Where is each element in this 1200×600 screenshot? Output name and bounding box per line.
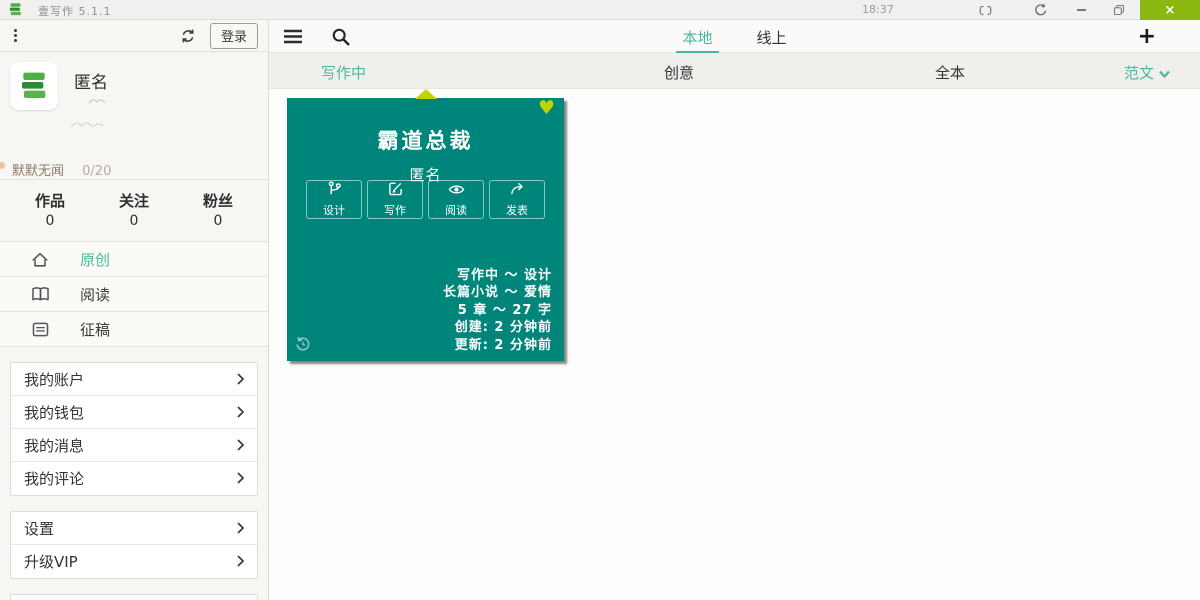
book-meta: 写作中 ～ 设计 长篇小说 ～ 爱情 5 章 ～ 27 字 创建: 2 分钟前 …: [443, 267, 552, 355]
stat-following[interactable]: 关注 0: [92, 190, 176, 229]
sync-icon[interactable]: [180, 28, 196, 44]
library-tabs: 本地 线上: [269, 20, 1200, 53]
eye-icon: [448, 181, 465, 200]
add-book-button[interactable]: +: [1138, 23, 1156, 50]
book-title: 霸道总裁: [377, 129, 474, 153]
avatar[interactable]: [10, 62, 58, 110]
filter-ideas[interactable]: 创意: [664, 62, 694, 83]
restore-window-icon[interactable]: [1104, 0, 1134, 20]
book-created: 创建: 2 分钟前: [454, 320, 552, 335]
read-button[interactable]: 阅读: [428, 180, 484, 219]
menu-item-upgrade-vip[interactable]: 升级VIP: [11, 545, 257, 578]
app-logo-icon: [8, 2, 23, 21]
chevron-right-icon: [237, 370, 245, 389]
background-art-dot: [0, 162, 5, 169]
share-arrow-icon: [510, 181, 525, 200]
book-length: 5 章 ～ 27 字: [457, 302, 552, 318]
user-level-row: 默默无闻 0/20: [12, 160, 111, 179]
book-grid: ♥ 霸道总裁 匿名 设计 写作 阅读 发表 写作中 ～ 设计 长篇小说 ～ 爱情…: [269, 89, 1200, 600]
chevron-right-icon: [237, 403, 245, 422]
screenshot-icon[interactable]: [970, 0, 1000, 20]
publish-button[interactable]: 发表: [489, 180, 545, 219]
tab-online[interactable]: 线上: [757, 20, 787, 53]
book-updated: 更新: 2 分钟前: [454, 337, 552, 353]
sidebar-toolbar: 登录: [0, 20, 268, 52]
chevron-right-icon: [237, 552, 245, 571]
open-book-icon: [30, 286, 50, 302]
chevron-right-icon: [237, 519, 245, 538]
book-genre: 长篇小说 ～ 爱情: [442, 285, 552, 300]
book-status: 写作中 ～ 设计: [456, 267, 552, 283]
menu-item-my-wallet[interactable]: 我的钱包: [11, 396, 257, 429]
favorite-heart-icon[interactable]: ♥: [538, 99, 555, 118]
seagull-decoration: [88, 90, 114, 109]
sidebar: 登录 匿名 默默无闻 0/20 作品 0 关注 0 粉丝 0 原创 阅读 征稿 …: [0, 20, 269, 600]
filter-samples-dropdown[interactable]: 范文: [1124, 62, 1170, 83]
kebab-menu-icon[interactable]: [14, 29, 32, 42]
filter-complete[interactable]: 全本: [935, 62, 965, 83]
minimize-icon[interactable]: [1066, 0, 1096, 20]
menu-item-my-messages[interactable]: 我的消息: [11, 429, 257, 462]
chevron-right-icon: [237, 469, 245, 488]
profile-section: 匿名 默默无闻 0/20: [0, 52, 268, 180]
design-button[interactable]: 设计: [306, 180, 362, 219]
book-card[interactable]: ♥ 霸道总裁 匿名 设计 写作 阅读 发表 写作中 ～ 设计 长篇小说 ～ 爱情…: [287, 89, 564, 361]
home-icon: [30, 251, 50, 268]
chevron-right-icon: [237, 436, 245, 455]
menu-item-my-account[interactable]: 我的账户: [11, 363, 257, 396]
account-menu-group: 我的账户 我的钱包 我的消息 我的评论: [10, 362, 258, 496]
profile-stats: 作品 0 关注 0 粉丝 0: [0, 180, 268, 242]
book-actions: 设计 写作 阅读 发表: [287, 180, 564, 219]
sidebar-item-original[interactable]: 原创: [0, 242, 268, 277]
branch-icon: [327, 181, 342, 200]
close-window-button[interactable]: ×: [1140, 0, 1200, 20]
sidebar-item-reading[interactable]: 阅读: [0, 277, 268, 312]
filter-bar: 写作中 创意 全本 范文: [269, 53, 1200, 89]
chevron-down-icon: [1159, 64, 1170, 82]
write-button[interactable]: 写作: [367, 180, 423, 219]
title-bar: 壹写作 5.1.1 18:37 ×: [0, 0, 1200, 20]
sidebar-item-submissions[interactable]: 征稿: [0, 312, 268, 347]
main-panel: 本地 线上 + 写作中 创意 全本 范文 ♥ 霸道总裁 匿名 设计 写作 阅读 …: [269, 20, 1200, 600]
article-icon: [30, 322, 50, 337]
edit-icon: [388, 181, 403, 200]
login-button[interactable]: 登录: [209, 22, 258, 49]
history-restore-icon[interactable]: [295, 336, 311, 356]
stat-fans[interactable]: 粉丝 0: [176, 190, 260, 229]
filter-writing[interactable]: 写作中: [321, 62, 366, 83]
settings-menu-group: 设置 升级VIP: [10, 511, 258, 579]
main-topbar: 本地 线上 +: [269, 20, 1200, 53]
menu-item-recent-reading[interactable]: 最近阅读: [11, 595, 257, 600]
menu-item-my-comments[interactable]: 我的评论: [11, 462, 257, 495]
history-menu-group: 最近阅读 回收站: [10, 594, 258, 600]
stat-works[interactable]: 作品 0: [8, 190, 92, 229]
app-title: 壹写作 5.1.1: [38, 5, 112, 18]
tab-local[interactable]: 本地: [676, 20, 719, 53]
clock-time: 18:37: [862, 3, 894, 16]
seagull-decoration: [70, 114, 104, 133]
reload-icon[interactable]: [1026, 0, 1056, 20]
level-progress: 0/20: [82, 164, 112, 179]
selected-marker-triangle: [414, 89, 437, 99]
menu-item-settings[interactable]: 设置: [11, 512, 257, 545]
level-title: 默默无闻: [12, 164, 65, 179]
